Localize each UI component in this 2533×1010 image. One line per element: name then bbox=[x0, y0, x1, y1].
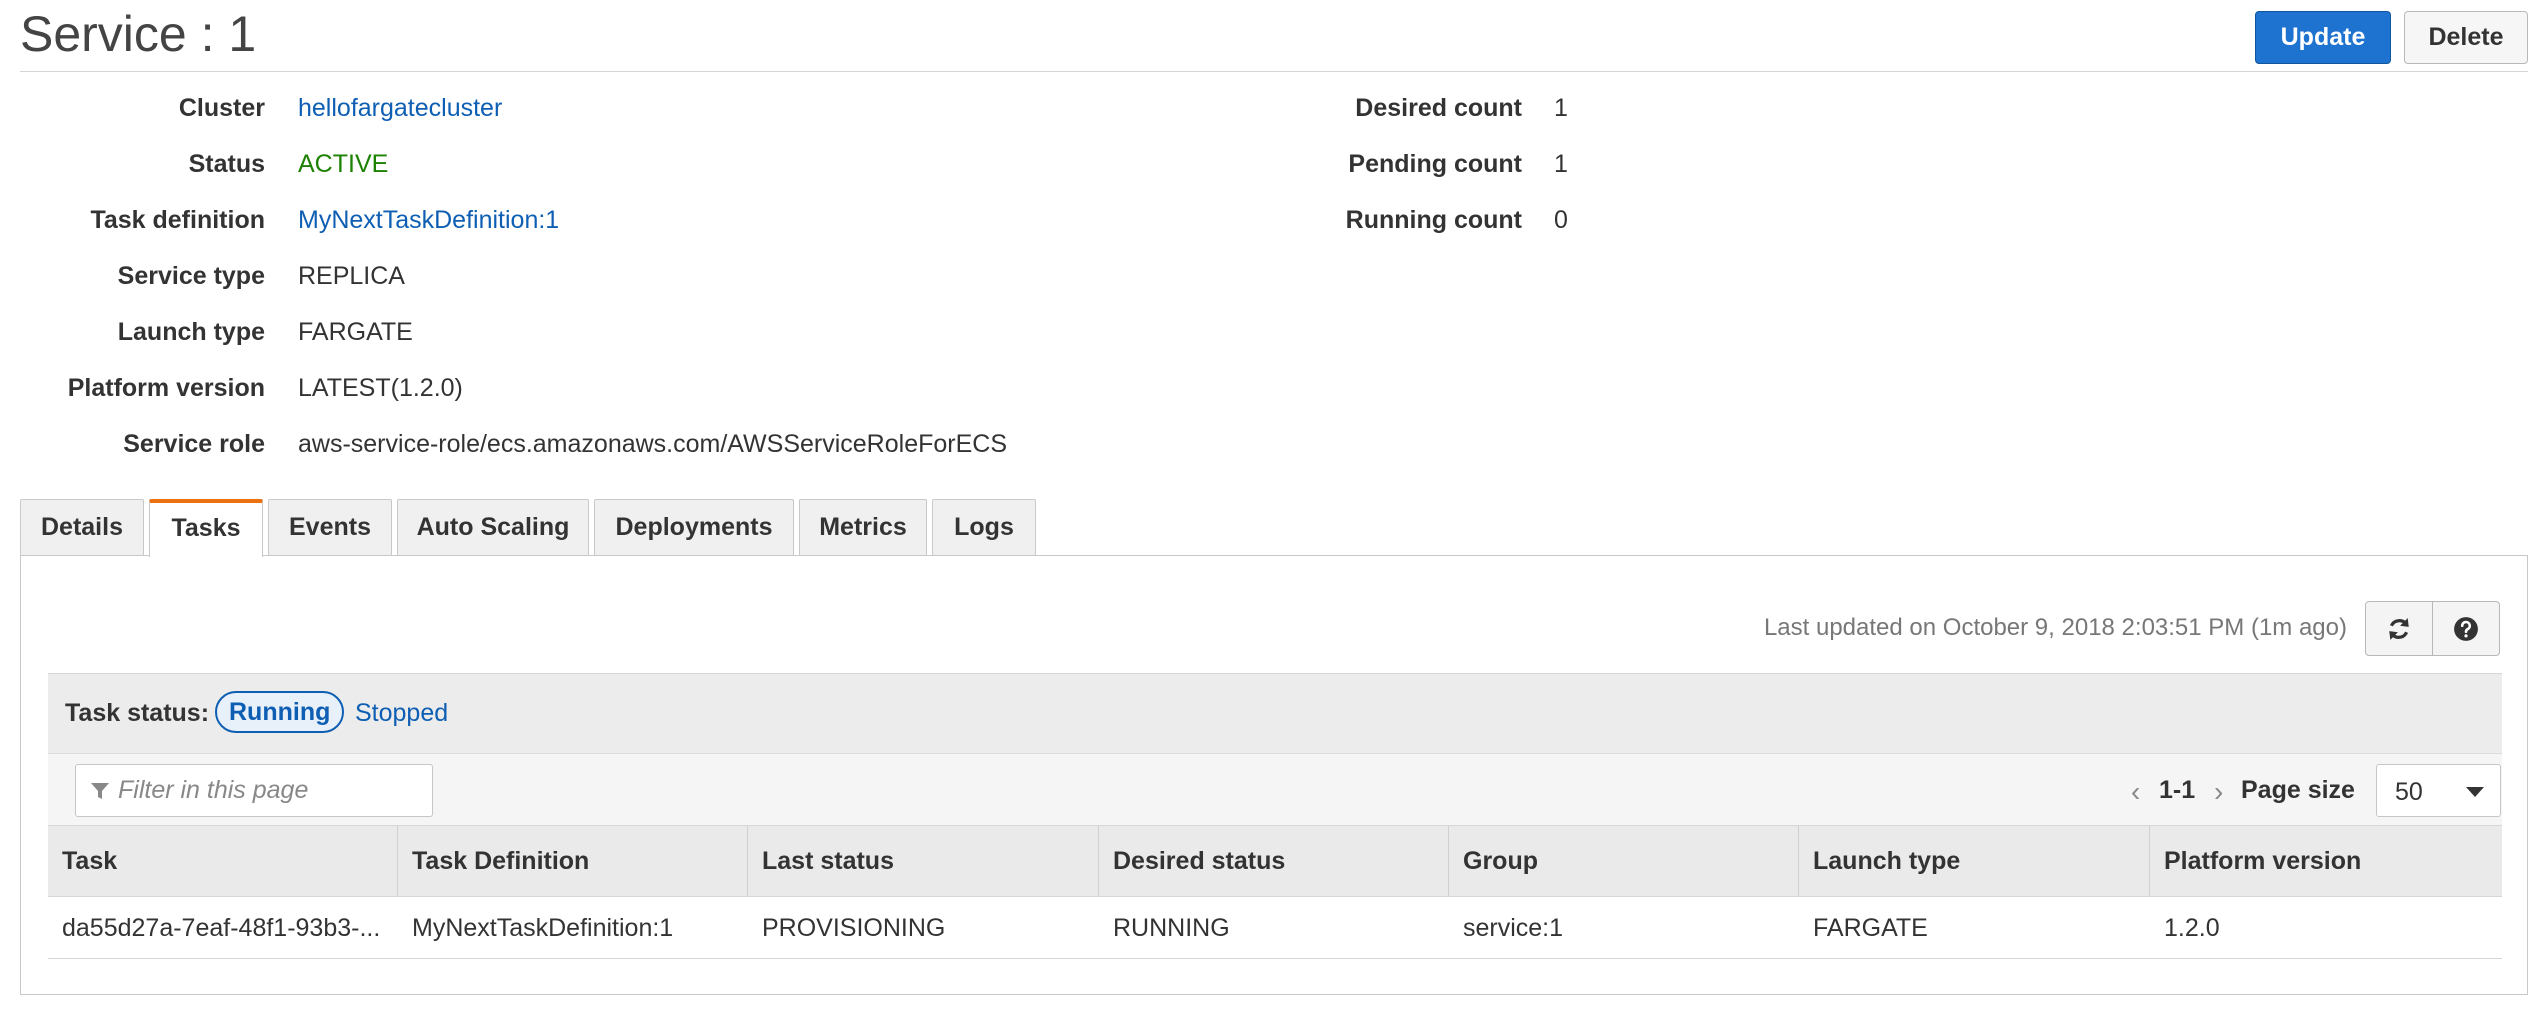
row-last-status: PROVISIONING bbox=[762, 914, 946, 942]
row-group: service:1 bbox=[1463, 914, 1564, 942]
help-icon bbox=[2454, 616, 2478, 641]
status-value: ACTIVE bbox=[298, 150, 389, 178]
filter-input[interactable] bbox=[75, 764, 433, 817]
tab-details[interactable]: Details bbox=[20, 499, 144, 556]
row-launch-type: FARGATE bbox=[1813, 914, 1928, 942]
chevron-down-icon bbox=[2466, 787, 2484, 797]
page-title: Service : 1 bbox=[20, 6, 257, 62]
task-definition-label: Task definition bbox=[90, 206, 265, 234]
service-type-value: REPLICA bbox=[298, 262, 405, 290]
tasks-panel: Last updated on October 9, 2018 2:03:51 … bbox=[20, 555, 2528, 995]
column-header-task[interactable]: Task bbox=[48, 826, 398, 896]
task-status-label: Task status: bbox=[65, 699, 210, 727]
filter-icon bbox=[91, 783, 109, 799]
help-button[interactable] bbox=[2432, 601, 2500, 656]
tab-tasks[interactable]: Tasks bbox=[149, 499, 263, 557]
launch-type-value: FARGATE bbox=[298, 318, 413, 346]
service-type-label: Service type bbox=[117, 262, 265, 290]
refresh-icon bbox=[2389, 617, 2409, 640]
column-header-platform-version[interactable]: Platform version bbox=[2150, 826, 2502, 896]
delete-button[interactable]: Delete bbox=[2404, 11, 2528, 64]
pager-range: 1-1 bbox=[2159, 776, 2196, 804]
task-status-stopped[interactable]: Stopped bbox=[355, 699, 448, 728]
previous-page-button[interactable]: ‹ bbox=[2131, 776, 2140, 808]
table-row: da55d27a-7eaf-48f1-93b3-... MyNextTaskDe… bbox=[48, 897, 2502, 959]
page-size-value: 50 bbox=[2395, 778, 2423, 806]
last-updated-text: Last updated on October 9, 2018 2:03:51 … bbox=[1763, 614, 2347, 641]
pending-count-label: Pending count bbox=[1348, 150, 1522, 178]
column-header-group[interactable]: Group bbox=[1449, 826, 1799, 896]
column-header-last-status[interactable]: Last status bbox=[748, 826, 1099, 896]
tab-logs[interactable]: Logs bbox=[932, 499, 1036, 556]
task-status-bar: Task status: Running Stopped bbox=[48, 673, 2502, 753]
next-page-button[interactable]: › bbox=[2214, 776, 2223, 808]
row-desired-status: RUNNING bbox=[1113, 914, 1230, 942]
task-definition-link[interactable]: MyNextTaskDefinition:1 bbox=[298, 205, 559, 235]
desired-count-label: Desired count bbox=[1355, 94, 1522, 122]
task-id-link[interactable]: da55d27a-7eaf-48f1-93b3-... bbox=[48, 897, 398, 959]
row-platform-version: 1.2.0 bbox=[2164, 914, 2220, 942]
tab-metrics[interactable]: Metrics bbox=[799, 499, 927, 556]
column-header-desired-status[interactable]: Desired status bbox=[1099, 826, 1449, 896]
cluster-label: Cluster bbox=[178, 94, 265, 122]
table-header: Task Task Definition Last status Desired… bbox=[48, 825, 2502, 897]
service-role-value: aws-service-role/ecs.amazonaws.com/AWSSe… bbox=[298, 430, 1007, 458]
tab-deployments[interactable]: Deployments bbox=[594, 499, 794, 556]
service-role-label: Service role bbox=[123, 430, 265, 458]
page-size-label: Page size bbox=[2241, 776, 2355, 804]
running-count-label: Running count bbox=[1345, 206, 1522, 234]
update-button[interactable]: Update bbox=[2255, 11, 2391, 64]
task-status-running[interactable]: Running bbox=[215, 691, 345, 733]
cluster-link[interactable]: hellofargatecluster bbox=[298, 93, 502, 123]
tab-events[interactable]: Events bbox=[268, 499, 392, 556]
tab-auto-scaling[interactable]: Auto Scaling bbox=[397, 499, 589, 556]
pending-count-value: 1 bbox=[1554, 150, 1568, 178]
running-count-value: 0 bbox=[1554, 206, 1568, 234]
status-label: Status bbox=[188, 150, 265, 178]
column-header-launch-type[interactable]: Launch type bbox=[1799, 826, 2150, 896]
launch-type-label: Launch type bbox=[117, 318, 265, 346]
column-header-task-definition[interactable]: Task Definition bbox=[398, 826, 748, 896]
refresh-button[interactable] bbox=[2365, 601, 2433, 656]
filter-bar: ‹ 1-1 › Page size 50 bbox=[48, 753, 2502, 825]
page-header: Service : 1 Update Delete bbox=[20, 0, 2528, 72]
platform-version-label: Platform version bbox=[67, 374, 265, 402]
row-task-definition-link[interactable]: MyNextTaskDefinition:1 bbox=[398, 897, 748, 959]
desired-count-value: 1 bbox=[1554, 94, 1568, 122]
page-size-select[interactable]: 50 bbox=[2376, 764, 2501, 817]
platform-version-value: LATEST(1.2.0) bbox=[298, 374, 463, 402]
